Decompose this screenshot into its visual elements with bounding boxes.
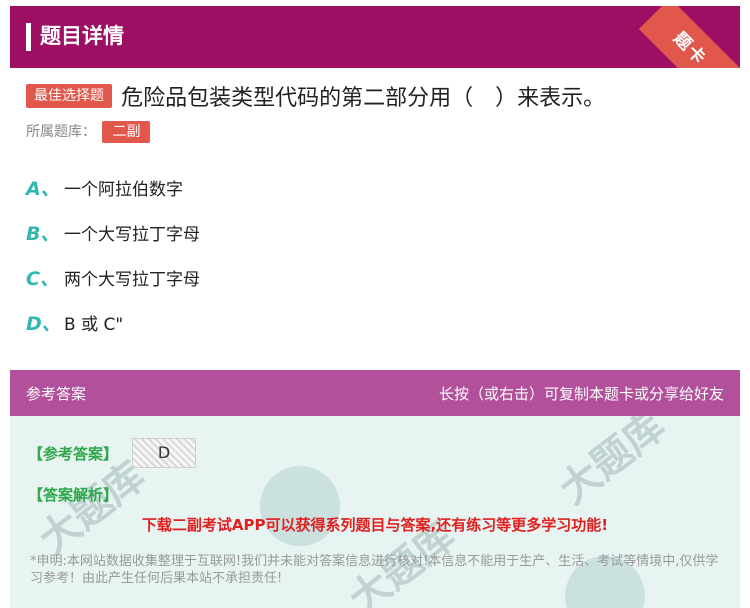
answer-title: 参考答案 (26, 385, 87, 403)
bank-label: 所属题库： (26, 124, 96, 140)
option-letter: B、 (26, 222, 60, 245)
bank-badge[interactable]: 二副 (102, 121, 151, 143)
option-b[interactable]: B、 一个大写拉丁字母 (26, 217, 200, 247)
title-accent-bar (26, 23, 31, 51)
question-text: 危险品包装类型代码的第二部分用（ ）来表示。 (121, 86, 606, 111)
option-a[interactable]: A、 一个阿拉伯数字 (26, 172, 183, 202)
option-text: 一个阿拉伯数字 (64, 179, 183, 200)
question-type-badge: 最佳选择题 (26, 84, 112, 108)
question-bank: 所属题库： 二副 (26, 121, 151, 143)
share-hint: 长按（或右击）可复制本题卡或分享给好友 (438, 385, 724, 403)
option-text: B 或 C" (64, 314, 124, 335)
watermark-mark: 大题库 (551, 416, 674, 514)
option-c[interactable]: C、 两个大写拉丁字母 (26, 262, 200, 292)
option-letter: D、 (26, 312, 61, 335)
answer-header: 参考答案 长按（或右击）可复制本题卡或分享给好友 (10, 370, 740, 416)
question-card-button[interactable]: 题卡 (638, 6, 740, 68)
disclaimer-text: *申明:本网站数据收集整理于互联网!我们并未能对答案信息进行核对!本信息不能用于… (30, 554, 719, 586)
app-download-link[interactable]: 下载二副考试APP可以获得系列题目与答案,还有练习等更多学习功能! (10, 514, 740, 535)
option-letter: A、 (26, 177, 60, 200)
page-title: 题目详情 (40, 24, 124, 48)
option-d[interactable]: D、 B 或 C" (26, 307, 123, 337)
option-letter: C、 (26, 267, 59, 290)
reference-answer-image: D (132, 438, 196, 468)
option-text: 一个大写拉丁字母 (64, 224, 200, 245)
reference-answer-label: 【参考答案】 (28, 445, 119, 463)
header-bar: 题目详情 题卡 (10, 6, 740, 68)
option-text: 两个大写拉丁字母 (64, 269, 200, 290)
question-stem: 最佳选择题 危险品包装类型代码的第二部分用（ ）来表示。 (26, 80, 726, 112)
analysis-label: 【答案解析】 (28, 486, 119, 504)
answer-panel: 大题库 大题库 大题库 【参考答案】 D 【答案解析】 下载二副考试APP可以获… (10, 416, 740, 608)
